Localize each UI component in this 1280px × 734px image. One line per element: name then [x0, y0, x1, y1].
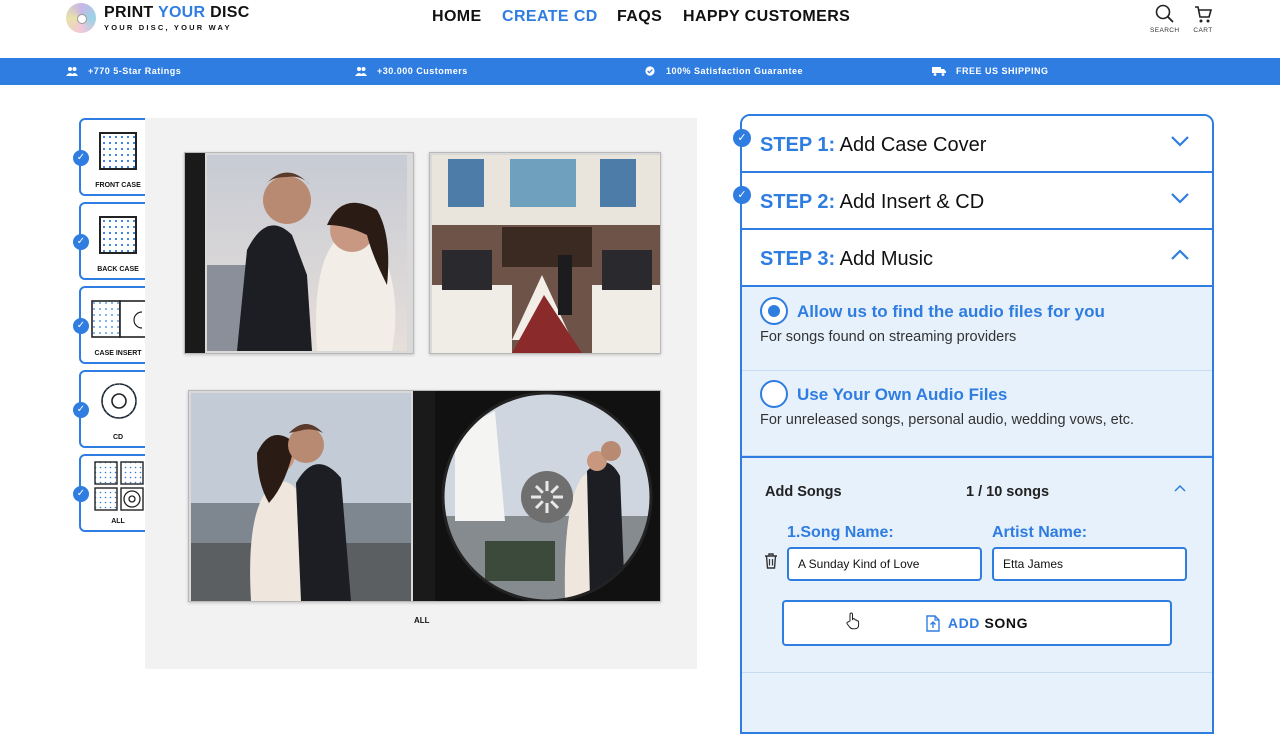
cd-thumbnail — [101, 383, 137, 419]
search-button[interactable]: SEARCH — [1150, 4, 1180, 34]
cd-disc-preview — [435, 391, 660, 601]
chevron-up-icon[interactable] — [1174, 484, 1186, 493]
couple-photo-insert — [191, 393, 411, 601]
search-label: SEARCH — [1150, 27, 1180, 34]
option-title: Use Your Own Audio Files — [797, 385, 1008, 404]
front-case-preview — [184, 152, 414, 354]
radio-find-audio[interactable] — [760, 297, 788, 325]
preview-view-label: ALL — [414, 616, 430, 625]
hand-pointer-icon — [846, 612, 860, 630]
nav-home[interactable]: HOME — [432, 8, 482, 26]
thumb-label: ALL — [111, 518, 125, 525]
option-title: Allow us to find the audio files for you — [797, 302, 1105, 321]
trust-text: +30.000 Customers — [377, 66, 468, 76]
song-count: 1 / 10 songs — [966, 484, 1050, 500]
trash-icon[interactable] — [764, 553, 778, 569]
step-prefix: STEP 1: — [760, 134, 836, 156]
song-name-label: 1.Song Name: — [787, 524, 894, 541]
step-title: Add Case Cover — [835, 134, 987, 156]
artist-name-input[interactable] — [992, 547, 1187, 581]
trust-text: FREE US SHIPPING — [956, 66, 1049, 76]
step-3-header[interactable]: STEP 3: Add Music — [742, 230, 1212, 287]
option-subtitle: For songs found on streaming providers — [760, 329, 1017, 345]
front-case-thumbnail — [99, 132, 137, 170]
add-song-label-prefix: ADD — [947, 615, 980, 631]
check-icon: ✓ — [73, 318, 89, 334]
case-hinge — [413, 391, 435, 601]
option-subtitle: For unreleased songs, personal audio, we… — [760, 412, 1134, 428]
trust-item-ratings: +770 5-Star Ratings — [66, 66, 181, 76]
chevron-down-icon — [1171, 193, 1189, 204]
check-icon: ✓ — [73, 234, 89, 250]
cart-button[interactable]: CART — [1193, 4, 1213, 34]
step-2-check-icon: ✓ — [733, 186, 751, 204]
check-icon: ✓ — [73, 402, 89, 418]
artist-name-label: Artist Name: — [992, 524, 1088, 541]
trust-item-shipping: FREE US SHIPPING — [932, 66, 1049, 76]
case-insert-thumbnail — [91, 300, 149, 338]
cd-preview-area: ALL — [145, 118, 697, 669]
trust-text: 100% Satisfaction Guarantee — [666, 66, 804, 76]
logo-tagline: YOUR DISC, YOUR WAY — [104, 22, 232, 32]
step-2-header[interactable]: STEP 2: Add Insert & CD — [742, 173, 1212, 230]
church-ceremony-photo — [432, 155, 660, 353]
cart-icon — [1195, 6, 1213, 23]
trust-item-guarantee: 100% Satisfaction Guarantee — [644, 66, 803, 76]
logo-title: PRINT YOUR DISC — [104, 3, 250, 21]
thumb-label: BACK CASE — [97, 266, 139, 273]
disc-logo-icon — [66, 3, 96, 33]
case-insert-and-cd-preview — [188, 390, 661, 602]
thumb-label: CD — [112, 434, 124, 441]
file-plus-icon — [926, 614, 940, 632]
add-songs-title: Add Songs — [765, 484, 842, 500]
logo[interactable]: PRINT YOUR DISC YOUR DISC, YOUR WAY — [66, 3, 250, 33]
chevron-down-icon — [1171, 136, 1189, 147]
trust-bar: +770 5-Star Ratings +30.000 Customers 10… — [0, 58, 1280, 85]
people-icon — [355, 67, 367, 76]
site-header: PRINT YOUR DISC YOUR DISC, YOUR WAY HOME… — [0, 0, 1280, 58]
panel-bottom — [742, 672, 1212, 732]
back-case-thumbnail — [99, 216, 137, 254]
check-icon: ✓ — [73, 486, 89, 502]
configurator-panel: STEP 1: Add Case Cover STEP 2: Add Inser… — [740, 114, 1214, 734]
trust-text: +770 5-Star Ratings — [88, 66, 182, 76]
search-icon — [1155, 4, 1174, 23]
add-song-label-suffix: SONG — [980, 615, 1029, 631]
add-song-button[interactable]: ADD SONG — [782, 600, 1172, 646]
radio-own-audio[interactable] — [760, 380, 788, 408]
nav-happy-customers[interactable]: HAPPY CUSTOMERS — [683, 8, 850, 26]
all-thumbnail — [94, 461, 144, 511]
case-spine — [185, 153, 205, 353]
step-prefix: STEP 2: — [760, 191, 836, 213]
thumb-label: FRONT CASE — [95, 182, 141, 189]
trust-item-customers: +30.000 Customers — [355, 66, 468, 76]
people-icon — [66, 67, 78, 76]
step-title: Add Insert & CD — [835, 191, 985, 213]
step-prefix: STEP 3: — [760, 248, 836, 270]
nav-create-cd[interactable]: CREATE CD — [502, 8, 598, 26]
check-badge-icon — [645, 66, 655, 76]
option-find-audio[interactable]: Allow us to find the audio files for you… — [742, 287, 1212, 371]
truck-icon — [932, 67, 946, 76]
thumb-label: CASE INSERT — [94, 350, 142, 357]
add-songs-section: Add Songs 1 / 10 songs 1.Song Name: Arti… — [742, 456, 1212, 672]
nav-faqs[interactable]: FAQS — [617, 8, 662, 26]
cart-label: CART — [1193, 27, 1213, 34]
step-1-check-icon: ✓ — [733, 129, 751, 147]
chevron-up-icon — [1171, 249, 1189, 260]
check-icon: ✓ — [73, 150, 89, 166]
step-1-header[interactable]: STEP 1: Add Case Cover — [742, 116, 1212, 173]
song-name-input[interactable] — [787, 547, 982, 581]
back-case-preview — [429, 152, 661, 354]
step-title: Add Music — [835, 248, 934, 270]
option-own-audio[interactable]: Use Your Own Audio Files For unreleased … — [742, 371, 1212, 456]
couple-photo-front — [207, 155, 407, 351]
